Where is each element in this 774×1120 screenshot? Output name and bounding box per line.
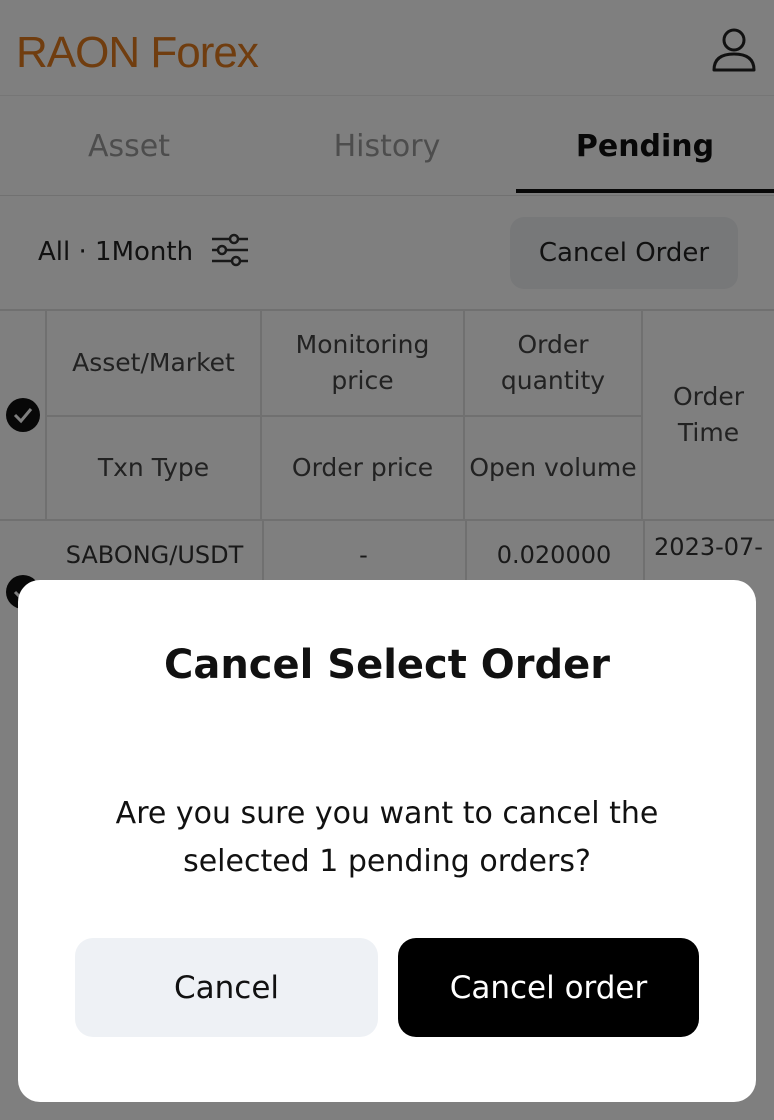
- dialog-message: Are you sure you want to cancel the sele…: [115, 796, 659, 879]
- dialog-confirm-cancel-order-button[interactable]: Cancel order: [398, 938, 699, 1037]
- cancel-confirm-dialog: Cancel Select Order Are you sure you wan…: [18, 580, 756, 1102]
- dialog-cancel-button[interactable]: Cancel: [75, 938, 378, 1037]
- dialog-title: Cancel Select Order: [163, 642, 611, 688]
